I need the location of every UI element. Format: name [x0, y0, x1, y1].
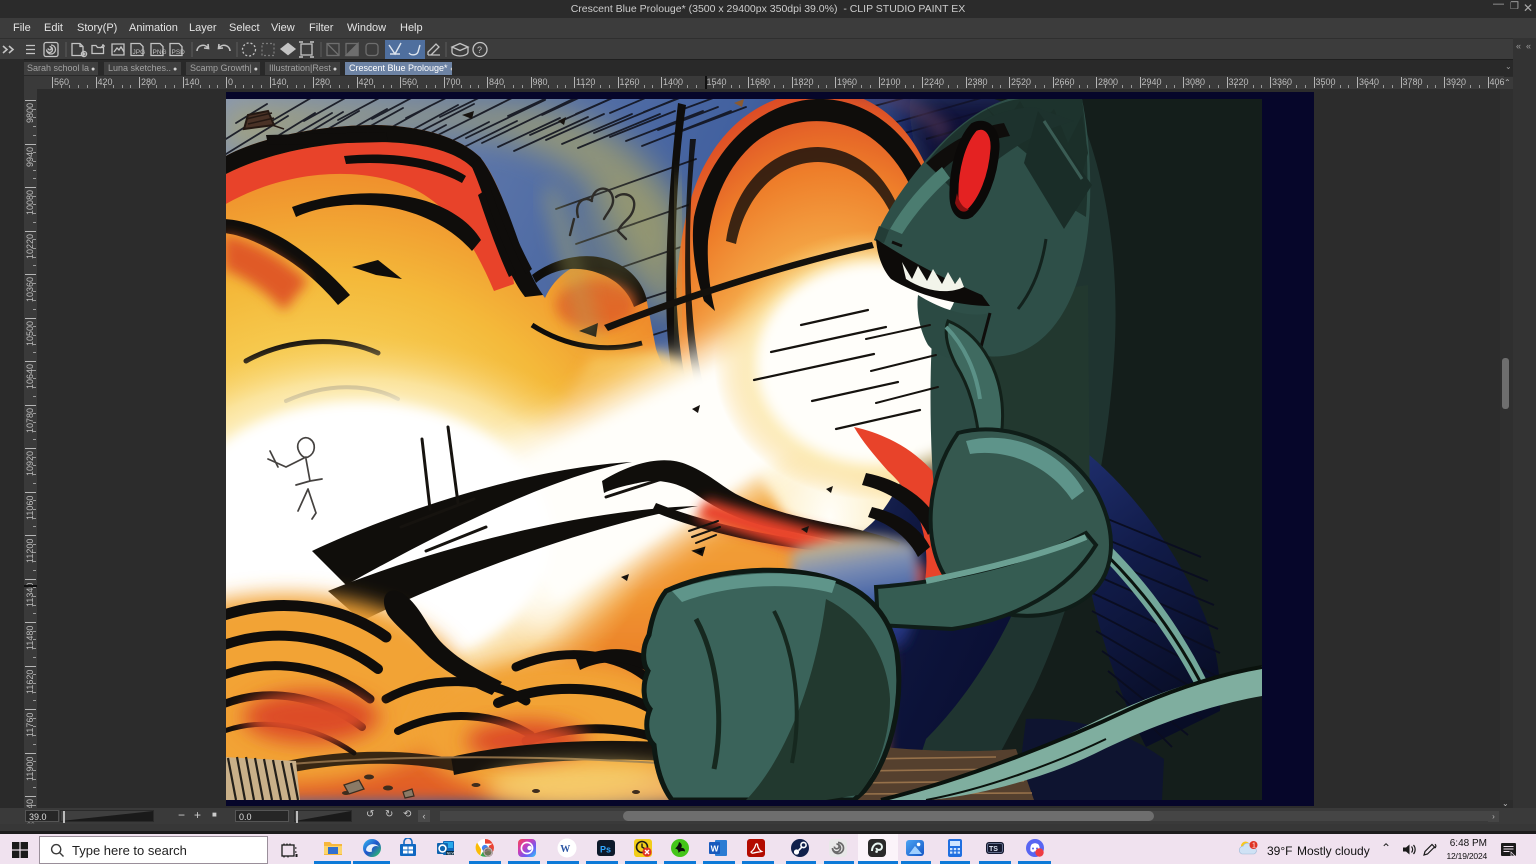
svg-text:TS: TS — [989, 846, 998, 853]
svg-text:PNG: PNG — [153, 49, 167, 56]
svg-text:1: 1 — [1252, 843, 1256, 850]
svg-text:PSD: PSD — [172, 49, 186, 56]
svg-text:W: W — [560, 844, 570, 855]
svg-text:?: ? — [477, 45, 482, 55]
svg-text:W: W — [711, 844, 720, 854]
svg-text:NEW: NEW — [447, 852, 456, 856]
svg-text:JPG: JPG — [133, 49, 146, 56]
svg-text:Ps: Ps — [600, 845, 611, 855]
